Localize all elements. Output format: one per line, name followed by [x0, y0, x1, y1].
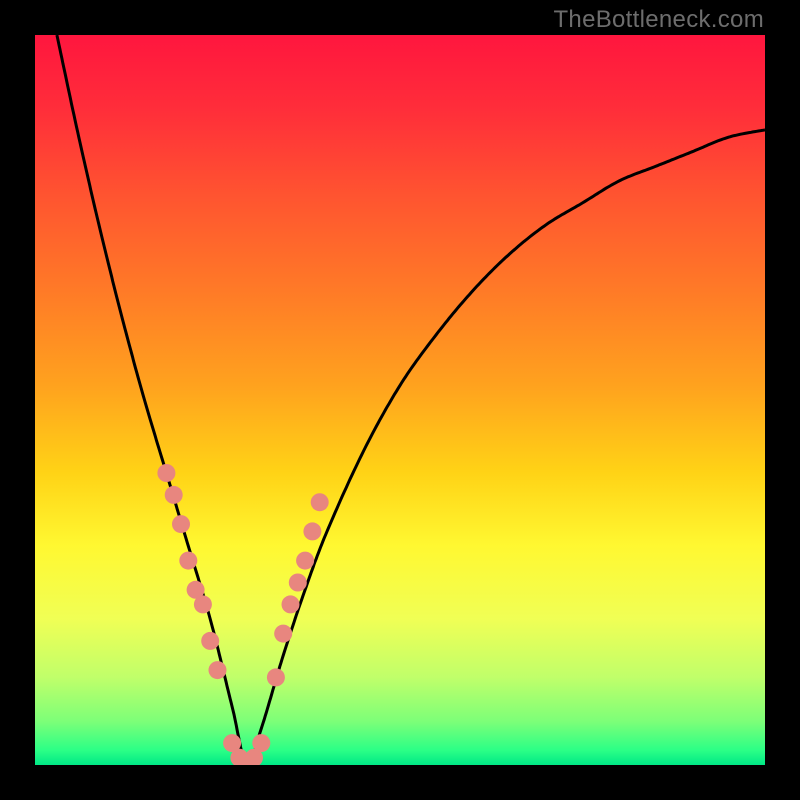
- highlight-dot: [311, 493, 329, 511]
- highlight-dot: [303, 522, 321, 540]
- curve-layer: [35, 35, 765, 765]
- highlight-dot: [282, 595, 300, 613]
- highlight-dot: [267, 668, 285, 686]
- highlight-dot: [172, 515, 190, 533]
- bottleneck-curve: [57, 35, 765, 765]
- highlight-dot: [209, 661, 227, 679]
- highlight-dot: [179, 552, 197, 570]
- highlight-dots: [157, 464, 328, 765]
- highlight-dot: [274, 625, 292, 643]
- highlight-dot: [252, 734, 270, 752]
- highlight-dot: [289, 574, 307, 592]
- highlight-dot: [201, 632, 219, 650]
- plot-area: [35, 35, 765, 765]
- highlight-dot: [157, 464, 175, 482]
- highlight-dot: [194, 595, 212, 613]
- outer-frame: TheBottleneck.com: [0, 0, 800, 800]
- highlight-dot: [296, 552, 314, 570]
- highlight-dot: [165, 486, 183, 504]
- watermark-text: TheBottleneck.com: [553, 6, 764, 34]
